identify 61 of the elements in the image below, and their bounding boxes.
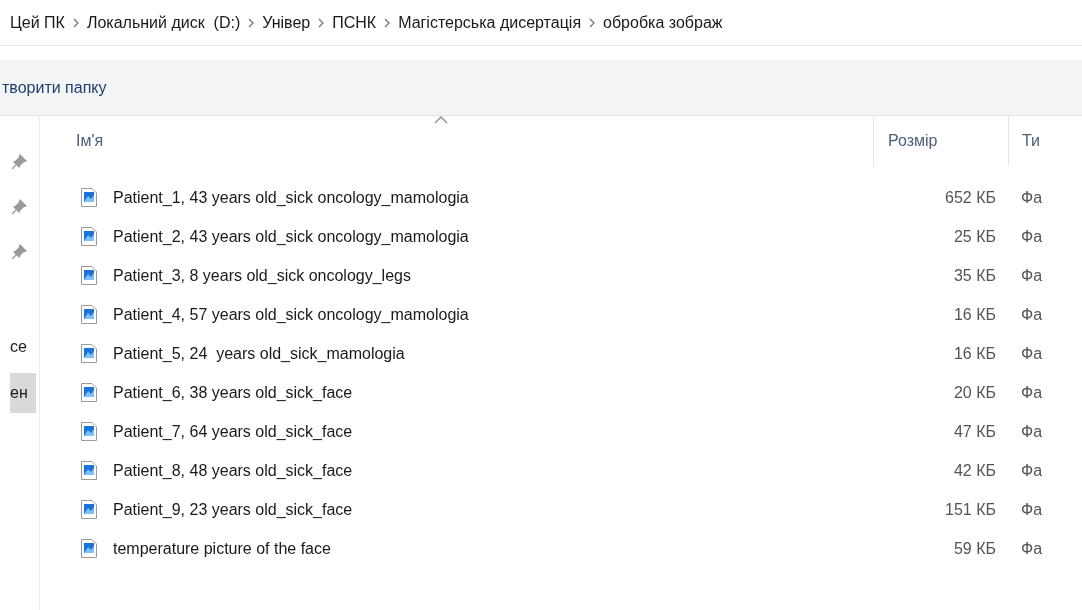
file-name[interactable]: Patient_7, 64 years old_sick_face (113, 419, 353, 444)
file-type: Фа (1021, 500, 1043, 518)
pin-icon[interactable] (10, 198, 28, 216)
chevron-icon[interactable] (72, 17, 79, 28)
new-folder-button[interactable]: творити папку (0, 75, 107, 100)
file-name[interactable]: Patient_9, 23 years old_sick_face (113, 497, 353, 522)
file-type: Фа (1021, 344, 1043, 362)
file-size: 16 КБ (953, 304, 996, 325)
file-type: Фа (1021, 188, 1043, 206)
sidebar-item[interactable]: ен (10, 373, 36, 413)
breadcrumb-item[interactable]: Локальний диск (D:) (86, 10, 241, 35)
chevron-icon[interactable] (384, 17, 391, 28)
file-name[interactable]: Patient_2, 43 years old_sick oncology_mamologia (113, 224, 469, 249)
column-header[interactable]: Ім'я (40, 116, 873, 166)
pin-icon[interactable] (10, 153, 28, 171)
file-name[interactable]: Patient_1, 43 years old_sick oncology_mamologia (113, 185, 469, 210)
sidebar-item[interactable]: се (10, 327, 36, 367)
breadcrumb-item[interactable]: ПСНК (332, 10, 377, 35)
chevron-icon[interactable] (248, 17, 255, 28)
image-file-icon (81, 539, 97, 558)
column-header[interactable]: Розмір (873, 116, 1008, 166)
pin-icon[interactable] (10, 243, 28, 261)
file-name[interactable]: Patient_4, 57 years old_sick oncology_mamologia (113, 302, 469, 327)
file-size: 652 КБ (945, 187, 996, 208)
image-file-icon (81, 461, 97, 480)
breadcrumb-item[interactable]: Магістерська дисертація (398, 10, 582, 35)
sort-caret-icon (434, 116, 448, 124)
file-name[interactable]: Patient_5, 24 years old_sick_mamologia (113, 341, 405, 366)
image-file-icon (81, 383, 97, 402)
file-type: Фа (1021, 305, 1043, 323)
file-name[interactable]: Patient_6, 38 years old_sick_face (113, 380, 353, 405)
file-type: Фа (1021, 266, 1043, 284)
image-file-icon (81, 266, 97, 285)
file-name[interactable]: Patient_8, 48 years old_sick_face (113, 458, 353, 483)
file-size: 47 КБ (953, 421, 996, 442)
breadcrumb-item[interactable]: обробка зображ (603, 10, 723, 35)
file-type: Фа (1021, 227, 1043, 245)
file-size: 42 КБ (953, 460, 996, 481)
image-file-icon (81, 227, 97, 246)
image-file-icon (81, 344, 97, 363)
file-name[interactable]: Patient_3, 8 years old_sick oncology_legs (113, 263, 411, 288)
chevron-icon[interactable] (318, 17, 325, 28)
file-size: 25 КБ (953, 226, 996, 247)
file-type: Фа (1021, 383, 1043, 401)
file-size: 20 КБ (953, 382, 996, 403)
image-file-icon (81, 500, 97, 519)
image-file-icon (81, 305, 97, 324)
file-size: 16 КБ (953, 343, 996, 364)
file-size: 35 КБ (953, 265, 996, 286)
file-size: 151 КБ (945, 499, 996, 520)
breadcrumb-item[interactable]: Універ (262, 10, 311, 35)
file-size: 59 КБ (953, 538, 996, 559)
chevron-icon[interactable] (589, 17, 596, 28)
image-file-icon (81, 188, 97, 207)
file-type: Фа (1021, 539, 1043, 557)
column-header[interactable]: Ти (1008, 116, 1082, 166)
image-file-icon (81, 422, 97, 441)
file-type: Фа (1021, 422, 1043, 440)
breadcrumb-item[interactable]: Цей ПК (10, 10, 65, 35)
file-type: Фа (1021, 461, 1043, 479)
file-name[interactable]: temperature picture of the face (113, 536, 331, 561)
